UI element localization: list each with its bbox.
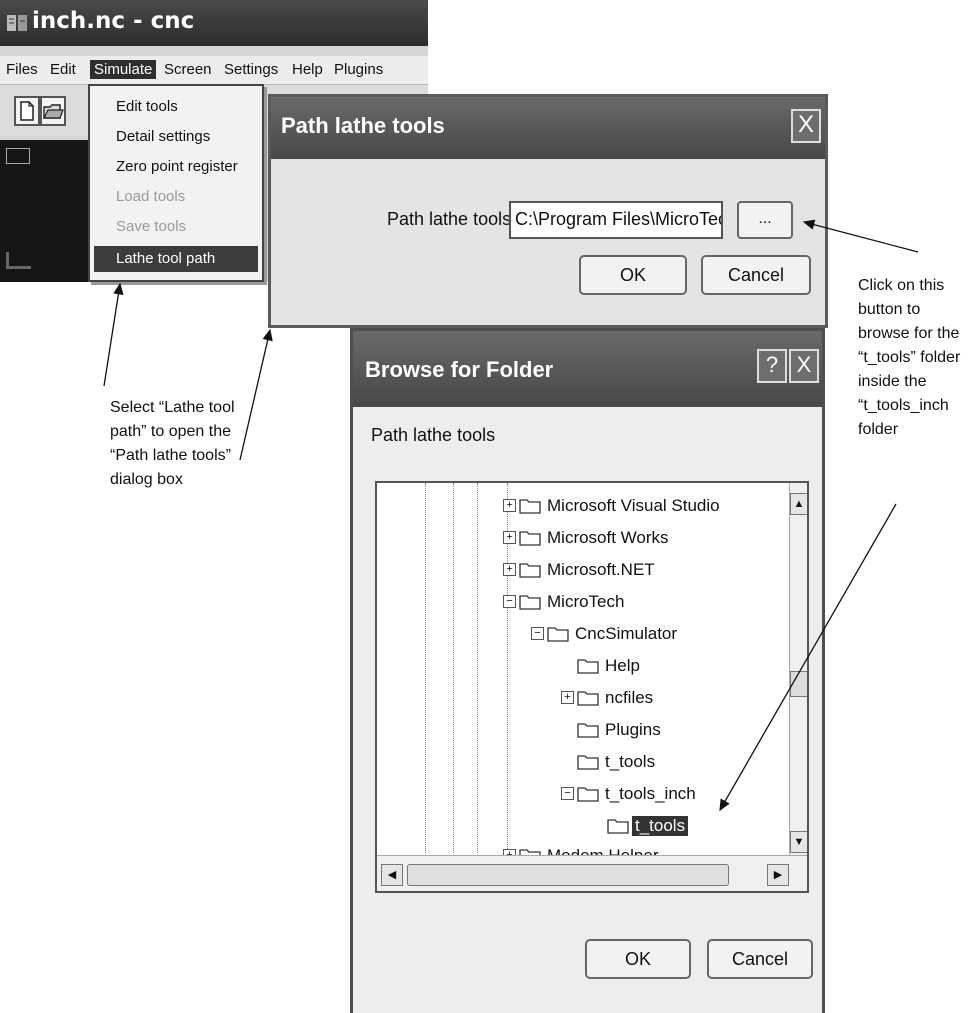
open-folder-icon: [43, 104, 64, 119]
expand-icon[interactable]: +: [503, 499, 516, 512]
horizontal-scrollbar[interactable]: ◀ ▶: [377, 855, 807, 891]
scroll-up-icon[interactable]: ▲: [790, 493, 807, 515]
folder-icon: [577, 723, 599, 738]
collapse-icon[interactable]: −: [561, 787, 574, 800]
folder-icon: [577, 755, 599, 770]
menu-files[interactable]: Files: [2, 60, 42, 79]
open-folder-icon: [607, 819, 629, 834]
folder-icon: [519, 531, 541, 546]
menu-screen[interactable]: Screen: [160, 60, 216, 79]
dialog-titlebar: Browse for Folder ? X: [353, 331, 822, 407]
dialog-title: Path lathe tools: [281, 113, 445, 138]
tree-guide-line: [453, 483, 454, 853]
path-lathe-tools-dialog: Path lathe tools X Path lathe tools C:\P…: [268, 94, 828, 328]
app-title: inch.nc - cnc: [32, 8, 195, 34]
scroll-thumb[interactable]: [407, 864, 729, 886]
menu-help[interactable]: Help: [288, 60, 327, 79]
ok-button[interactable]: OK: [585, 939, 691, 979]
menu-item-load-tools: Load tools: [116, 188, 186, 205]
scroll-thumb[interactable]: [790, 671, 807, 697]
folder-icon: [519, 563, 541, 578]
tree-item-label: MicroTech: [547, 592, 625, 611]
origin-marker-icon: [6, 252, 31, 269]
simulation-canvas[interactable]: [0, 140, 92, 282]
expand-icon[interactable]: +: [503, 563, 516, 576]
menu-item-lathe-tool-path[interactable]: Lathe tool path: [94, 246, 258, 272]
simulate-dropdown: Edit tools Detail settings Zero point re…: [88, 84, 264, 282]
tree-item-label: Help: [605, 656, 640, 675]
annotation-click-browse-button: Click on this button to browse for the “…: [858, 277, 961, 438]
tree-guide-line: [425, 483, 426, 853]
tree-item-label: Microsoft Works: [547, 528, 669, 547]
folder-icon: [577, 787, 599, 802]
folder-icon: [519, 595, 541, 610]
folder-tree[interactable]: + Microsoft Visual Studio + Microsoft Wo…: [375, 481, 809, 893]
annotation-select-lathe-tool-path: Select “Lathe tool path” to open the “Pa…: [110, 399, 235, 488]
app-titlebar: inch.nc - cnc: [0, 0, 428, 46]
browse-for-folder-dialog: Browse for Folder ? X Path lathe tools +…: [350, 328, 825, 1013]
menu-edit[interactable]: Edit: [46, 60, 80, 79]
collapse-icon[interactable]: −: [503, 595, 516, 608]
ok-button[interactable]: OK: [579, 255, 687, 295]
dialog-titlebar: Path lathe tools X: [271, 97, 825, 159]
dialog-title: Browse for Folder: [365, 357, 554, 382]
scroll-left-icon[interactable]: ◀: [381, 864, 403, 886]
tree-item-label: t_tools_inch: [605, 784, 696, 803]
menu-plugins[interactable]: Plugins: [330, 60, 387, 79]
arrow-to-lathe-tool-path: [103, 282, 124, 387]
folder-icon: [519, 499, 541, 514]
tree-item-label: Microsoft.NET: [547, 560, 655, 579]
tree-item-label: t_tools: [632, 816, 689, 836]
menu-simulate[interactable]: Simulate: [90, 60, 157, 79]
menu-item-zero-point-register[interactable]: Zero point register: [90, 154, 262, 180]
scroll-down-icon[interactable]: ▼: [790, 831, 807, 853]
cancel-button[interactable]: Cancel: [701, 255, 811, 295]
menu-item-detail-settings[interactable]: Detail settings: [90, 124, 262, 150]
menu-settings[interactable]: Settings: [220, 60, 282, 79]
path-input[interactable]: C:\Program Files\MicroTech: [509, 201, 723, 239]
path-field-label: Path lathe tools: [387, 209, 512, 229]
tree-guide-line: [477, 483, 478, 853]
new-file-button[interactable]: [14, 96, 40, 126]
browse-button[interactable]: ...: [737, 201, 793, 239]
cancel-button[interactable]: Cancel: [707, 939, 813, 979]
expand-icon[interactable]: +: [561, 691, 574, 704]
open-file-button[interactable]: [40, 96, 66, 126]
tree-item-label: CncSimulator: [575, 624, 678, 643]
new-file-icon: [20, 101, 34, 121]
folder-icon: [577, 659, 599, 674]
close-button[interactable]: X: [789, 349, 819, 383]
axis-marker-icon: [6, 148, 30, 164]
expand-icon[interactable]: +: [503, 531, 516, 544]
vertical-scrollbar[interactable]: ▲ ▼: [789, 483, 807, 855]
menu-item-save-tools: Save tools: [116, 218, 187, 235]
close-button[interactable]: X: [791, 109, 821, 143]
menubar: Files Edit Simulate Screen Settings Help…: [0, 56, 428, 85]
tree-item-label: t_tools: [605, 752, 656, 771]
folder-icon: [577, 691, 599, 706]
tree-item-label: ncfiles: [605, 688, 654, 707]
scroll-right-icon[interactable]: ▶: [767, 864, 789, 886]
help-button[interactable]: ?: [757, 349, 787, 383]
browse-description: Path lathe tools: [371, 425, 496, 445]
folder-icon: [547, 627, 569, 642]
collapse-icon[interactable]: −: [531, 627, 544, 640]
app-icon: [7, 15, 27, 31]
tree-item-label: Plugins: [605, 720, 661, 739]
tree-item-label: Microsoft Visual Studio: [547, 496, 720, 515]
menu-item-edit-tools[interactable]: Edit tools: [90, 94, 262, 120]
